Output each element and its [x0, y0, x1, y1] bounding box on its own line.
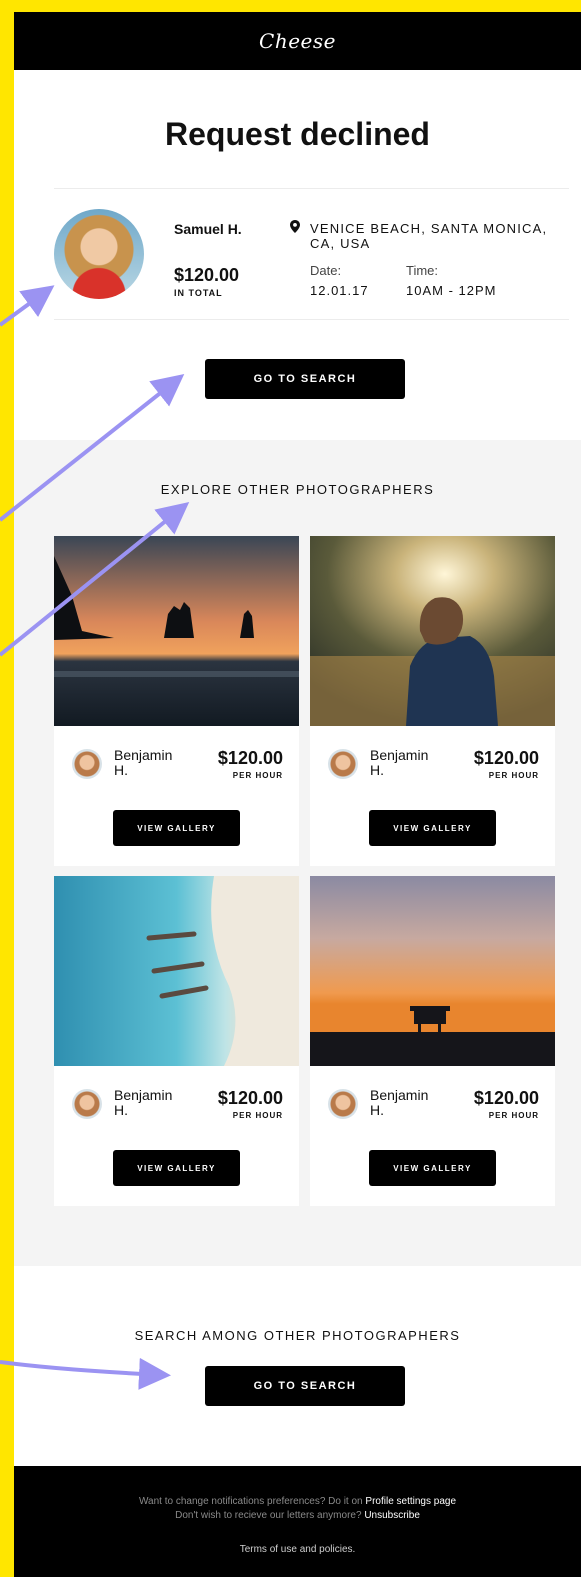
price-note: IN TOTAL [174, 288, 223, 298]
card-price: $120.00 [473, 1088, 539, 1108]
avatar [54, 209, 144, 299]
page-title: Request declined [165, 116, 430, 152]
card-photo-lifeguard-tower[interactable] [310, 876, 555, 1066]
card-photo-portrait[interactable] [310, 536, 555, 726]
card-price-unit: PER HOUR [232, 1111, 283, 1120]
card-price: $120.00 [473, 748, 539, 768]
footer-preferences-line: Want to change notifications preferences… [138, 1496, 457, 1507]
time-label: Time: [406, 263, 439, 278]
view-gallery-button[interactable]: VIEW GALLERY [113, 810, 240, 846]
booking-price: $120.00 [174, 265, 240, 285]
photographer-card: Benjamin H. $120.00 PER HOUR VIEW GALLER… [54, 536, 299, 866]
date-value: 12.01.17 [310, 283, 369, 298]
go-to-search-button-bottom[interactable]: GO TO SEARCH [205, 1366, 405, 1406]
email-frame: Cheese Request declined Samuel H. $120.0… [14, 12, 581, 1577]
card-price-unit: PER HOUR [488, 1111, 539, 1120]
footer-unsubscribe-line: Don't wish to recieve our letters anymor… [175, 1510, 420, 1521]
explore-section: EXPLORE OTHER PHOTOGRAPHERS Benjamin H. … [14, 440, 581, 1266]
card-name: Benjamin H. [114, 747, 173, 778]
card-price-unit: PER HOUR [488, 771, 539, 780]
view-gallery-button[interactable]: VIEW GALLERY [369, 1150, 496, 1186]
location-pin-icon [290, 220, 300, 236]
booking-location: VENICE BEACH, SANTA MONICA, CA, USA [310, 221, 548, 251]
photographer-name: Samuel H. [174, 221, 242, 237]
photographer-card: Benjamin H. $120.00 PER HOUR VIEW GALLER… [310, 876, 555, 1206]
unsubscribe-link[interactable]: Unsubscribe [364, 1510, 420, 1521]
go-to-search-button[interactable]: GO TO SEARCH [205, 359, 405, 399]
card-name: Benjamin H. [370, 1087, 429, 1118]
search-section-title: SEARCH AMONG OTHER PHOTOGRAPHERS [134, 1328, 461, 1343]
card-price-unit: PER HOUR [232, 771, 283, 780]
avatar [328, 1089, 358, 1119]
photographer-card: Benjamin H. $120.00 PER HOUR VIEW GALLER… [54, 876, 299, 1206]
photographer-card: Benjamin H. $120.00 PER HOUR VIEW GALLER… [310, 536, 555, 866]
terms-link[interactable]: Terms of use and policies. [14, 1544, 581, 1555]
avatar [328, 749, 358, 779]
time-value: 10AM - 12PM [406, 283, 497, 298]
card-photo-aerial-beach[interactable] [54, 876, 299, 1066]
email-footer: Want to change notifications preferences… [14, 1466, 581, 1577]
profile-settings-link[interactable]: Profile settings page [365, 1496, 456, 1507]
card-name: Benjamin H. [114, 1087, 173, 1118]
date-label: Date: [310, 263, 342, 278]
booking-summary: Samuel H. $120.00 IN TOTAL VENICE BEACH,… [54, 188, 569, 320]
view-gallery-button[interactable]: VIEW GALLERY [369, 810, 496, 846]
avatar [72, 1089, 102, 1119]
view-gallery-button[interactable]: VIEW GALLERY [113, 1150, 240, 1186]
explore-title: EXPLORE OTHER PHOTOGRAPHERS [160, 482, 435, 497]
avatar [72, 749, 102, 779]
card-photo-sea-stacks[interactable] [54, 536, 299, 726]
brand-logo[interactable]: Cheese [259, 29, 336, 53]
card-price: $120.00 [217, 1088, 283, 1108]
card-price: $120.00 [217, 748, 283, 768]
email-header: Cheese [14, 12, 581, 70]
card-name: Benjamin H. [370, 747, 429, 778]
